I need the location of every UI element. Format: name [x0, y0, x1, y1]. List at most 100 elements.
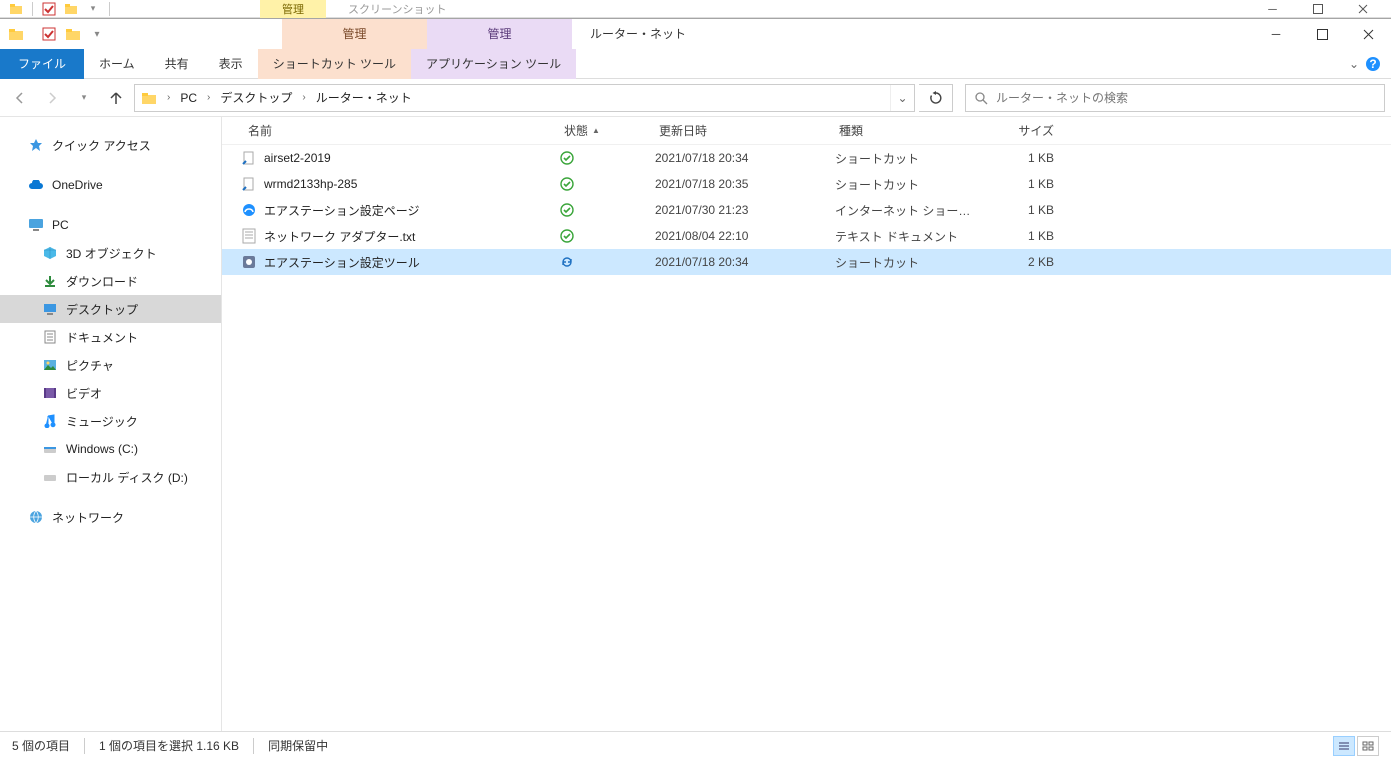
sidebar-music[interactable]: ミュージック [0, 407, 221, 435]
forward-button[interactable] [38, 84, 66, 112]
sidebar-documents[interactable]: ドキュメント [0, 323, 221, 351]
sidebar-downloads[interactable]: ダウンロード [0, 267, 221, 295]
breadcrumb-desktop[interactable]: デスクトップ [214, 85, 298, 111]
sidebar-network[interactable]: ネットワーク [0, 503, 221, 531]
file-type: テキスト ドキュメント [835, 228, 980, 245]
quick-access-toolbar: ▾ [0, 19, 122, 49]
file-size: 1 KB [980, 203, 1070, 217]
sidebar-onedrive[interactable]: OneDrive [0, 171, 221, 199]
file-status [560, 151, 655, 165]
label: ピクチャ [66, 357, 114, 374]
search-box[interactable] [965, 84, 1385, 112]
file-row[interactable]: wrmd2133hp-2852021/07/18 20:35ショートカット1 K… [222, 171, 1391, 197]
dropdown-caret-icon[interactable]: ▾ [87, 24, 107, 44]
status-selection: 1 個の項目を選択 1.16 KB [99, 737, 239, 754]
minimize-button[interactable]: ─ [1253, 19, 1299, 49]
file-row[interactable]: airset2-20192021/07/18 20:34ショートカット1 KB [222, 145, 1391, 171]
col-status[interactable]: 状態▲ [560, 122, 655, 139]
sidebar-quick-access[interactable]: クイック アクセス [0, 131, 221, 159]
label: ネットワーク [52, 509, 124, 526]
file-date: 2021/07/30 21:23 [655, 203, 835, 217]
download-icon [42, 273, 58, 289]
ribbon-tabs: ファイル ホーム 共有 表示 ショートカット ツール アプリケーション ツール … [0, 49, 1391, 79]
tab-file[interactable]: ファイル [0, 49, 84, 79]
chevron-right-icon[interactable]: › [203, 92, 214, 103]
file-date: 2021/07/18 20:34 [655, 255, 835, 269]
titlebar[interactable]: ▾ 管理 管理 ルーター・ネット ─ [0, 19, 1391, 49]
window-title: ルーター・ネット [590, 19, 686, 49]
sidebar-pictures[interactable]: ピクチャ [0, 351, 221, 379]
file-row[interactable]: エアステーション設定ツール2021/07/18 20:34ショートカット2 KB [222, 249, 1391, 275]
file-row[interactable]: ネットワーク アダプター.txt2021/08/04 22:10テキスト ドキュ… [222, 223, 1391, 249]
maximize-button[interactable] [1299, 19, 1345, 49]
folder-icon [63, 1, 79, 17]
navigation-bar: ▾ › PC › デスクトップ › ルーター・ネット ⌄ [0, 79, 1391, 117]
breadcrumb-current[interactable]: ルーター・ネット [310, 85, 418, 111]
file-row[interactable]: エアステーション設定ページ2021/07/30 21:23インターネット ショー… [222, 197, 1391, 223]
view-large-button[interactable] [1357, 736, 1379, 756]
breadcrumb-pc[interactable]: PC [174, 85, 203, 111]
chevron-right-icon[interactable]: › [163, 92, 174, 103]
expand-ribbon-icon[interactable]: ⌄ [1349, 57, 1359, 71]
address-dropdown-icon[interactable]: ⌄ [890, 85, 914, 111]
file-icon [240, 227, 258, 245]
label: OneDrive [52, 178, 103, 192]
file-type: インターネット ショート... [835, 202, 980, 219]
bg-context-tab-manage[interactable]: 管理 [260, 0, 326, 18]
body: クイック アクセス OneDrive PC 3D オブジェクト [0, 117, 1391, 731]
label: Windows (C:) [66, 442, 138, 456]
drive-icon [42, 469, 58, 485]
file-icon [240, 175, 258, 193]
chevron-right-icon[interactable]: › [298, 92, 309, 103]
picture-icon [42, 357, 58, 373]
folder-icon[interactable] [135, 85, 163, 111]
bg-quick-access-toolbar: ▾ [0, 1, 120, 17]
tab-home[interactable]: ホーム [84, 49, 150, 79]
file-explorer-window: ▾ 管理 管理 ルーター・ネット ─ ファイル ホーム 共有 表示 ショートカッ… [0, 18, 1391, 759]
folder-icon[interactable] [63, 24, 83, 44]
sidebar-pc[interactable]: PC [0, 211, 221, 239]
bg-window-controls: ─ [1250, 0, 1391, 18]
dropdown-caret-icon[interactable]: ▾ [85, 1, 101, 17]
label: ローカル ディスク (D:) [66, 469, 188, 486]
pc-icon [28, 217, 44, 233]
file-list-pane[interactable]: 名前 状態▲ 更新日時 種類 サイズ airset2-20192021/07/1… [222, 117, 1391, 731]
sidebar-drive-d[interactable]: ローカル ディスク (D:) [0, 463, 221, 491]
sidebar-drive-c[interactable]: Windows (C:) [0, 435, 221, 463]
navigation-pane[interactable]: クイック アクセス OneDrive PC 3D オブジェクト [0, 117, 222, 731]
label: ダウンロード [66, 273, 138, 290]
address-bar[interactable]: › PC › デスクトップ › ルーター・ネット ⌄ [134, 84, 915, 112]
svg-text:?: ? [1369, 57, 1376, 71]
tab-application-tools[interactable]: アプリケーション ツール [411, 49, 576, 79]
close-button[interactable] [1345, 19, 1391, 49]
bg-close-button[interactable] [1340, 0, 1385, 18]
file-type: ショートカット [835, 150, 980, 167]
search-input[interactable] [996, 91, 1376, 105]
col-type[interactable]: 種類 [835, 122, 980, 139]
file-size: 1 KB [980, 177, 1070, 191]
tab-shortcut-tools[interactable]: ショートカット ツール [258, 49, 411, 79]
back-button[interactable] [6, 84, 34, 112]
sidebar-3d-objects[interactable]: 3D オブジェクト [0, 239, 221, 267]
document-icon [42, 329, 58, 345]
col-name[interactable]: 名前 [240, 122, 560, 139]
refresh-button[interactable] [919, 84, 953, 112]
sidebar-videos[interactable]: ビデオ [0, 379, 221, 407]
col-size[interactable]: サイズ [980, 122, 1070, 139]
separator [32, 2, 33, 16]
bg-maximize-button[interactable] [1295, 0, 1340, 18]
file-name: wrmd2133hp-285 [264, 177, 357, 191]
check-icon[interactable] [39, 24, 59, 44]
tab-share[interactable]: 共有 [150, 49, 204, 79]
status-bar: 5 個の項目 1 個の項目を選択 1.16 KB 同期保留中 [0, 731, 1391, 759]
sidebar-desktop[interactable]: デスクトップ [0, 295, 221, 323]
bg-minimize-button[interactable]: ─ [1250, 0, 1295, 18]
recent-dropdown-icon[interactable]: ▾ [70, 84, 98, 112]
view-details-button[interactable] [1333, 736, 1355, 756]
col-modified[interactable]: 更新日時 [655, 122, 835, 139]
tab-view[interactable]: 表示 [204, 49, 258, 79]
video-icon [42, 385, 58, 401]
help-icon[interactable]: ? [1365, 56, 1381, 72]
file-size: 2 KB [980, 255, 1070, 269]
up-button[interactable] [102, 84, 130, 112]
